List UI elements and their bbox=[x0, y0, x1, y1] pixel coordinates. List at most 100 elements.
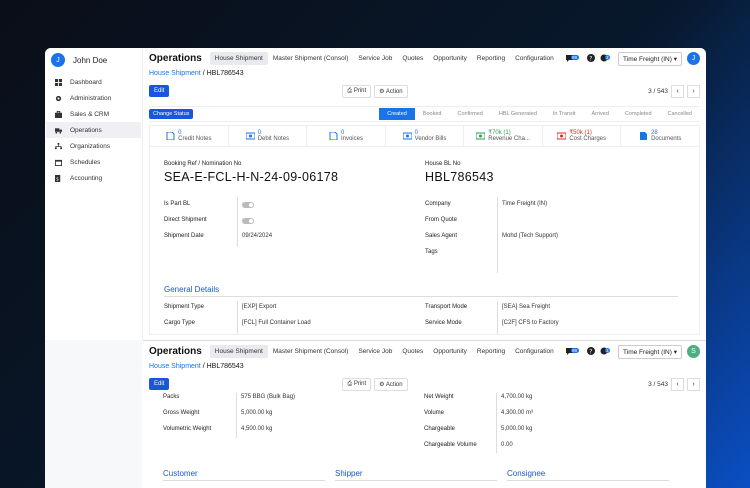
notifications-button[interactable]: 3 bbox=[600, 54, 614, 64]
sidebar-item-accounting[interactable]: $ Accounting bbox=[46, 170, 141, 186]
sidebar-item-sales-crm[interactable]: Sales & CRM bbox=[46, 106, 141, 122]
debit-notes-card[interactable]: 0 Debit Notes bbox=[229, 126, 308, 146]
tab-service-job[interactable]: Service Job bbox=[353, 52, 397, 65]
edit-button[interactable]: Edit bbox=[149, 85, 170, 97]
sidebar-item-administration[interactable]: Administration bbox=[46, 90, 141, 106]
messages-button[interactable]: 99 bbox=[565, 347, 582, 357]
shipment-date-value[interactable]: 09/24/2024 bbox=[242, 233, 272, 239]
header-avatar[interactable]: J bbox=[687, 52, 700, 65]
status-step-hbl-generated[interactable]: HBL Generated bbox=[491, 108, 545, 120]
sidebar-item-operations[interactable]: Operations bbox=[46, 122, 141, 138]
status-step-arrived[interactable]: Arrived bbox=[584, 108, 617, 120]
action-bar: Edit ⎙ Print ⚙ Action 3 / 543 ‹ › bbox=[143, 375, 706, 393]
company-value[interactable]: Time Freight (IN) bbox=[502, 201, 547, 207]
company-selector[interactable]: Time Freight (IN) ▾ bbox=[618, 344, 682, 359]
shipment-type-value[interactable]: [EXP] Export bbox=[242, 304, 276, 310]
pager-count: 3 / 543 bbox=[648, 380, 668, 388]
packs-value[interactable]: 575 BBG (Bulk Bag) bbox=[241, 394, 295, 400]
help-button[interactable]: ? bbox=[586, 53, 595, 64]
cost-charges-card[interactable]: ₹50k (1) Cost Charges bbox=[543, 126, 622, 146]
card-label: Vendor Bills bbox=[414, 135, 447, 142]
status-step-completed[interactable]: Completed bbox=[617, 108, 660, 120]
from-quote-label: From Quote bbox=[425, 217, 458, 223]
card-label: Revenue Cha... bbox=[488, 135, 530, 142]
gross-weight-label: Gross Weight bbox=[163, 410, 200, 416]
service-mode-value[interactable]: [C2F] CFS to Factory bbox=[502, 320, 559, 326]
volume-value[interactable]: 4,300.00 m³ bbox=[501, 410, 533, 416]
tab-reporting[interactable]: Reporting bbox=[472, 345, 510, 358]
pager: 3 / 543 ‹ › bbox=[648, 377, 700, 391]
help-button[interactable]: ? bbox=[586, 346, 595, 357]
direct-shipment-toggle[interactable] bbox=[242, 218, 254, 224]
chargeable-volume-value[interactable]: 0.00 bbox=[501, 442, 513, 448]
notifications-button[interactable]: 3 bbox=[600, 347, 614, 357]
tab-opportunity[interactable]: Opportunity bbox=[428, 345, 472, 358]
breadcrumb: House Shipment / HBL786543 bbox=[149, 70, 244, 77]
breadcrumb-parent[interactable]: House Shipment bbox=[149, 363, 201, 370]
money-icon bbox=[245, 132, 255, 140]
tab-quotes[interactable]: Quotes bbox=[397, 345, 428, 358]
breadcrumb-parent[interactable]: House Shipment bbox=[149, 70, 201, 77]
packs-label: Packs bbox=[163, 394, 180, 400]
net-weight-value[interactable]: 4,700.00 kg bbox=[501, 394, 532, 400]
tab-house-shipment[interactable]: House Shipment bbox=[209, 345, 268, 358]
user-profile[interactable]: J John Doe bbox=[45, 48, 142, 72]
tab-reporting[interactable]: Reporting bbox=[472, 52, 510, 65]
prev-button[interactable]: ‹ bbox=[671, 377, 684, 391]
tab-configuration[interactable]: Configuration bbox=[510, 345, 559, 358]
vendor-bills-card[interactable]: 0 Vendor Bills bbox=[386, 126, 465, 146]
documents-card[interactable]: 28 Documents bbox=[621, 126, 699, 146]
chargeable-value[interactable]: 5,000.00 kg bbox=[501, 426, 532, 432]
prev-button[interactable]: ‹ bbox=[671, 84, 684, 98]
is-part-bl-toggle[interactable] bbox=[242, 202, 254, 208]
volumetric-weight-value[interactable]: 4,500.00 kg bbox=[241, 426, 272, 432]
help-icon: ? bbox=[586, 53, 595, 62]
user-avatar[interactable]: J bbox=[51, 53, 65, 67]
breadcrumb-current: HBL786543 bbox=[206, 70, 244, 77]
sidebar-item-schedules[interactable]: Schedules bbox=[46, 154, 141, 170]
tab-quotes[interactable]: Quotes bbox=[397, 52, 428, 65]
invoices-card[interactable]: 0 Invoices bbox=[307, 126, 386, 146]
card-label: Cost Charges bbox=[569, 135, 607, 142]
tab-master-shipment[interactable]: Master Shipment (Consol) bbox=[268, 345, 354, 358]
sidebar-item-label: Operations bbox=[70, 126, 102, 134]
cargo-type-value[interactable]: [FCL] Full Container Load bbox=[242, 320, 311, 326]
revenue-charges-card[interactable]: ₹70k (1) Revenue Cha... bbox=[464, 126, 543, 146]
edit-button[interactable]: Edit bbox=[149, 378, 170, 390]
section-divider bbox=[335, 480, 497, 481]
status-step-cancelled[interactable]: Cancelled bbox=[660, 108, 700, 120]
tab-opportunity[interactable]: Opportunity bbox=[428, 52, 472, 65]
tab-master-shipment[interactable]: Master Shipment (Consol) bbox=[268, 52, 354, 65]
header-avatar[interactable]: S bbox=[687, 345, 700, 358]
briefcase-icon bbox=[55, 110, 62, 118]
next-button[interactable]: › bbox=[687, 377, 700, 391]
status-step-created[interactable]: Created bbox=[379, 108, 415, 120]
consignee-section-title: Consignee bbox=[507, 469, 546, 478]
is-part-bl-label: Is Part BL bbox=[164, 201, 191, 207]
next-button[interactable]: › bbox=[687, 84, 700, 98]
tab-configuration[interactable]: Configuration bbox=[510, 52, 559, 65]
print-button[interactable]: ⎙ Print bbox=[342, 84, 372, 98]
transport-mode-value[interactable]: [SEA] Sea Freight bbox=[502, 304, 550, 310]
change-status-button[interactable]: Change Status bbox=[149, 109, 194, 119]
print-button[interactable]: ⎙ Print bbox=[342, 377, 372, 391]
messages-button[interactable]: 99 bbox=[565, 54, 582, 64]
field-divider bbox=[497, 301, 498, 334]
credit-notes-card[interactable]: 0 Credit Notes bbox=[150, 126, 229, 146]
status-step-booked[interactable]: Booked bbox=[415, 108, 450, 120]
messages-badge: 99 bbox=[570, 347, 579, 353]
sales-agent-value[interactable]: Mohd (Tech Support) bbox=[502, 233, 558, 239]
sidebar-item-dashboard[interactable]: Dashboard bbox=[46, 74, 141, 90]
company-selector[interactable]: Time Freight (IN) ▾ bbox=[618, 51, 682, 66]
action-label: Action bbox=[385, 88, 403, 95]
main-panel-scrolled: Operations House Shipment Master Shipmen… bbox=[143, 340, 706, 488]
action-button[interactable]: ⚙ Action bbox=[374, 377, 408, 391]
status-step-in-transit[interactable]: In Transit bbox=[545, 108, 584, 120]
gross-weight-value[interactable]: 5,000.00 kg bbox=[241, 410, 272, 416]
tab-house-shipment[interactable]: House Shipment bbox=[209, 52, 268, 65]
tab-service-job[interactable]: Service Job bbox=[353, 345, 397, 358]
action-button[interactable]: ⚙ Action bbox=[374, 84, 408, 98]
status-step-confirmed[interactable]: Confirmed bbox=[449, 108, 490, 120]
organization-icon bbox=[55, 142, 62, 149]
sidebar-item-organizations[interactable]: Organizations bbox=[46, 138, 141, 154]
